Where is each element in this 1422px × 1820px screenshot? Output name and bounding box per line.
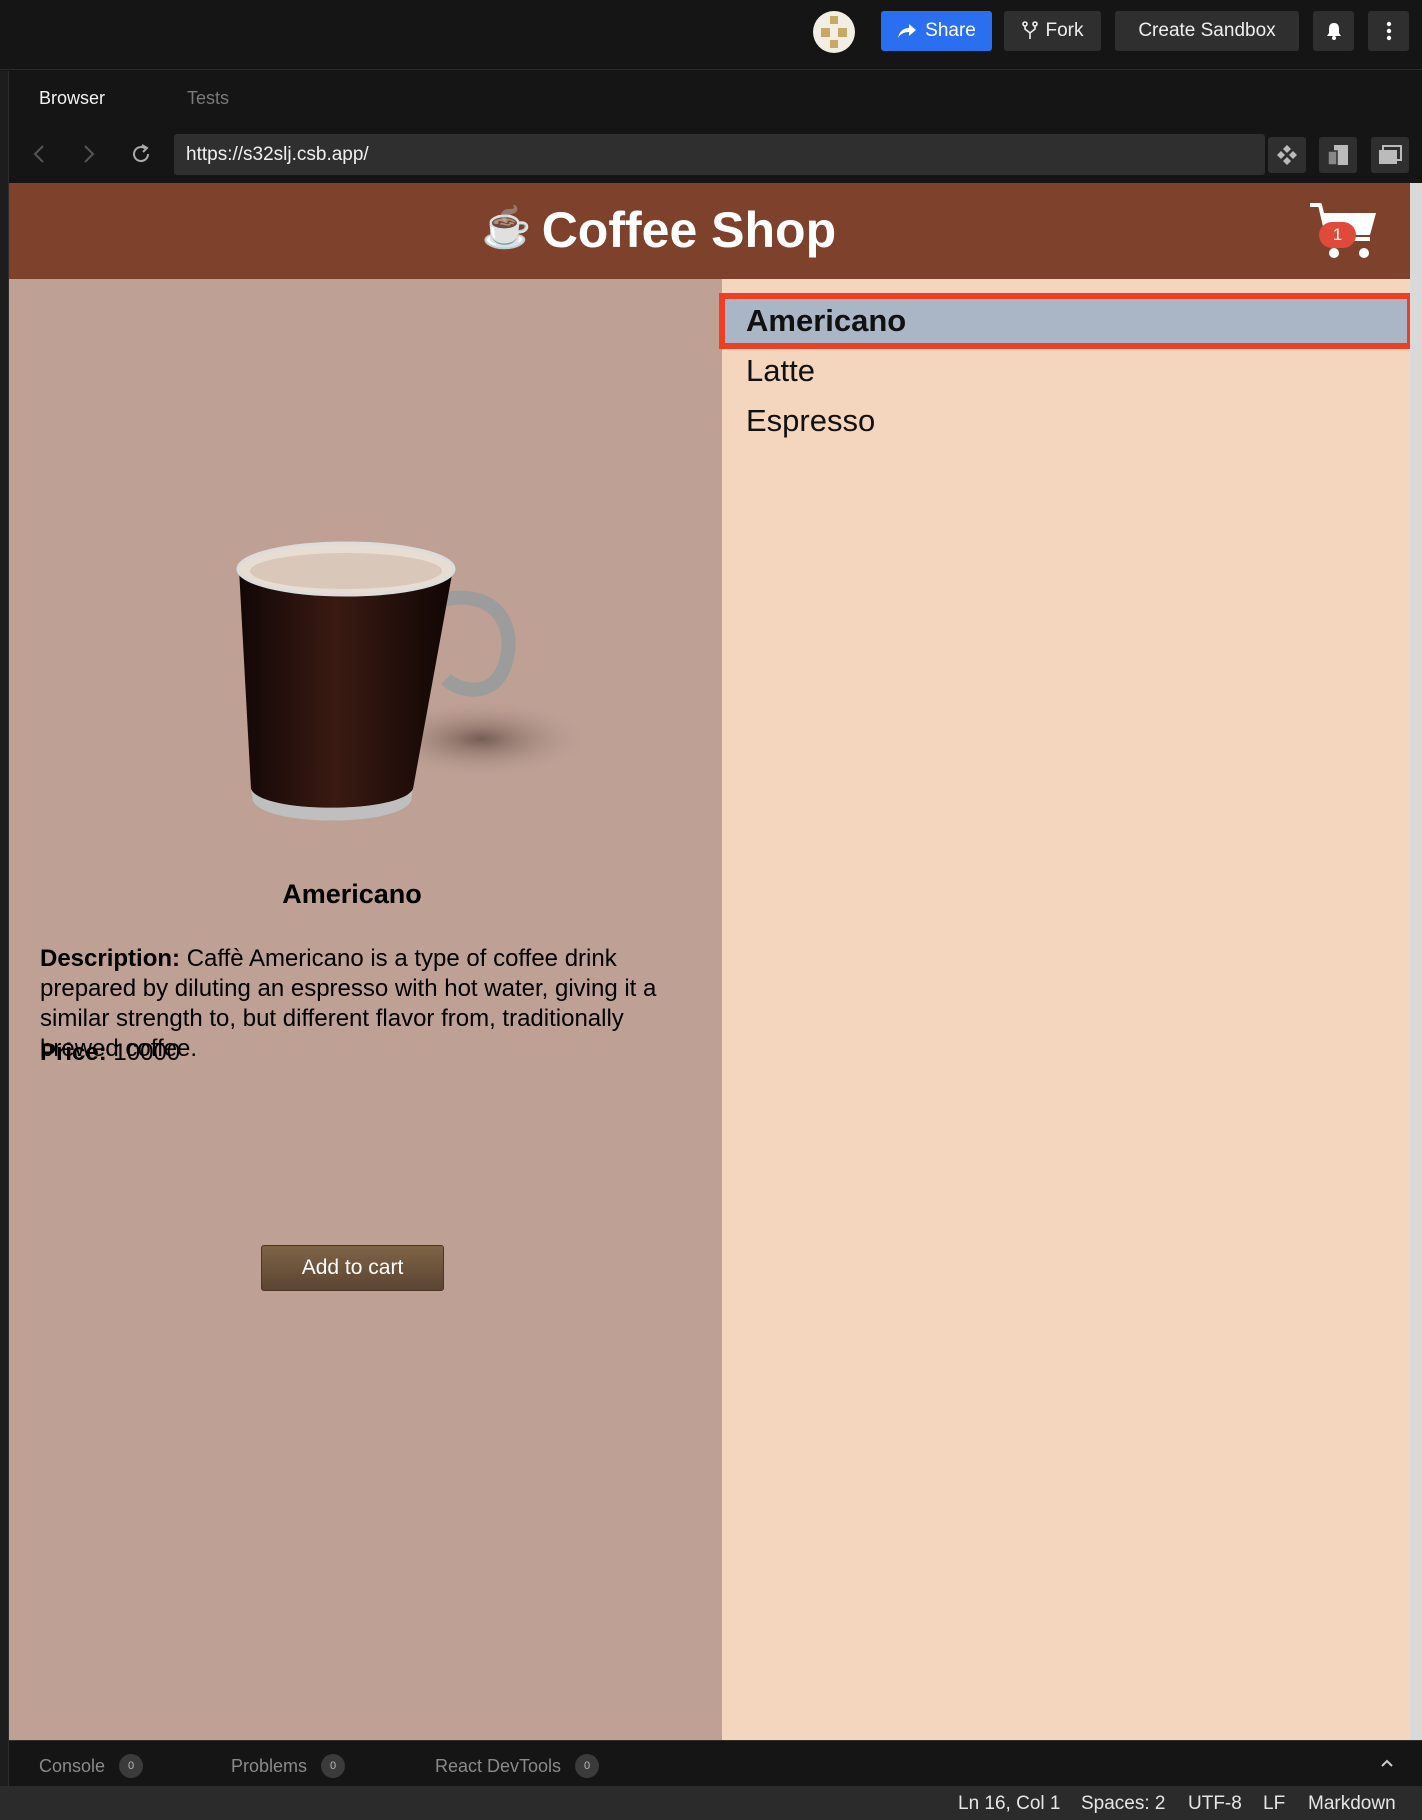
add-to-cart-button[interactable]: Add to cart <box>261 1245 444 1291</box>
forward-button[interactable] <box>75 140 103 168</box>
fork-icon <box>1021 21 1038 39</box>
chevron-up-icon[interactable] <box>1379 1755 1395 1771</box>
tab-tests[interactable]: Tests <box>187 88 229 109</box>
back-button[interactable] <box>25 140 53 168</box>
problems-label: Problems <box>231 1755 308 1776</box>
react-devtools-label: React DevTools <box>435 1755 562 1776</box>
encoding-status[interactable]: UTF-8 <box>1188 1793 1242 1815</box>
react-devtools-count-badge: 0 <box>575 1754 600 1778</box>
coffee-menu-list: Americano Latte Espresso <box>719 279 1410 1740</box>
window-icon <box>1379 145 1402 164</box>
preview-scrollbar[interactable] <box>1410 183 1422 1740</box>
product-name: Americano <box>282 879 422 909</box>
console-count-badge: 0 <box>119 1754 144 1778</box>
price-value: 10000 <box>113 1039 181 1066</box>
tab-browser[interactable]: Browser <box>39 88 105 109</box>
diamond-grid-icon <box>1277 145 1297 165</box>
product-detail: Americano Description: Caffè Americano i… <box>9 279 722 1740</box>
console-label: Console <box>39 1755 106 1776</box>
language-mode[interactable]: Markdown <box>1308 1793 1396 1815</box>
tab-problems[interactable]: Problems 0 <box>231 1754 346 1778</box>
create-sandbox-button[interactable]: Create Sandbox <box>1115 11 1299 51</box>
page-title: ☕ Coffee Shop <box>9 201 1309 259</box>
chevron-right-icon <box>84 145 95 163</box>
tab-console[interactable]: Console 0 <box>39 1754 144 1778</box>
indentation-status[interactable]: Spaces: 2 <box>1081 1793 1166 1815</box>
list-item-americano[interactable]: Americano <box>719 293 1410 349</box>
price-label: Price: <box>40 1039 107 1066</box>
problems-count-badge: 0 <box>321 1754 346 1778</box>
open-new-window-button[interactable] <box>1371 137 1409 173</box>
cart-count-badge: 1 <box>1319 222 1356 248</box>
user-avatar[interactable] <box>813 11 855 53</box>
app-preview: ☕ Coffee Shop 1 Americano Description: C… <box>9 183 1410 1740</box>
share-button[interactable]: Share <box>881 11 992 51</box>
product-price: Price: 10000 <box>40 1039 180 1067</box>
cursor-position[interactable]: Ln 16, Col 1 <box>958 1793 1060 1815</box>
devtools-bar: Console 0 Problems 0 React DevTools 0 <box>9 1740 1422 1786</box>
refresh-button[interactable] <box>127 140 155 168</box>
list-item-espresso[interactable]: Espresso <box>722 396 1410 446</box>
address-bar: https://s32slj.csb.app/ <box>9 129 1422 181</box>
preview-tabs: Browser Tests <box>9 71 1422 129</box>
responsive-view-button[interactable] <box>1319 137 1357 173</box>
url-input[interactable]: https://s32slj.csb.app/ <box>174 134 1265 175</box>
device-icon <box>1327 145 1348 166</box>
status-bar: Ln 16, Col 1 Spaces: 2 UTF-8 LF Markdown <box>0 1786 1422 1820</box>
refresh-icon <box>133 144 150 163</box>
chevron-left-icon <box>33 145 44 163</box>
americano-cup-image <box>236 541 591 821</box>
editor-left-strip <box>0 71 9 1786</box>
description-label: Description: <box>40 945 181 972</box>
coffee-cup-icon: ☕ <box>481 206 532 250</box>
vertical-dots-icon <box>1386 21 1391 41</box>
bell-icon <box>1326 23 1341 40</box>
top-bar: Share Fork Create Sandbox <box>0 0 1422 70</box>
shop-header: ☕ Coffee Shop 1 <box>9 183 1410 279</box>
list-item-latte[interactable]: Latte <box>722 346 1410 396</box>
preview-settings-button[interactable] <box>1268 137 1306 173</box>
shop-title: Coffee Shop <box>541 202 837 258</box>
notifications-button[interactable] <box>1313 11 1354 51</box>
share-arrow-icon <box>898 24 917 38</box>
create-sandbox-label: Create Sandbox <box>1138 20 1276 41</box>
fork-button[interactable]: Fork <box>1004 11 1101 51</box>
fork-label: Fork <box>1045 20 1084 41</box>
more-menu-button[interactable] <box>1368 11 1409 51</box>
share-label: Share <box>925 20 976 41</box>
line-ending-status[interactable]: LF <box>1263 1793 1285 1815</box>
tab-react-devtools[interactable]: React DevTools 0 <box>435 1754 600 1778</box>
